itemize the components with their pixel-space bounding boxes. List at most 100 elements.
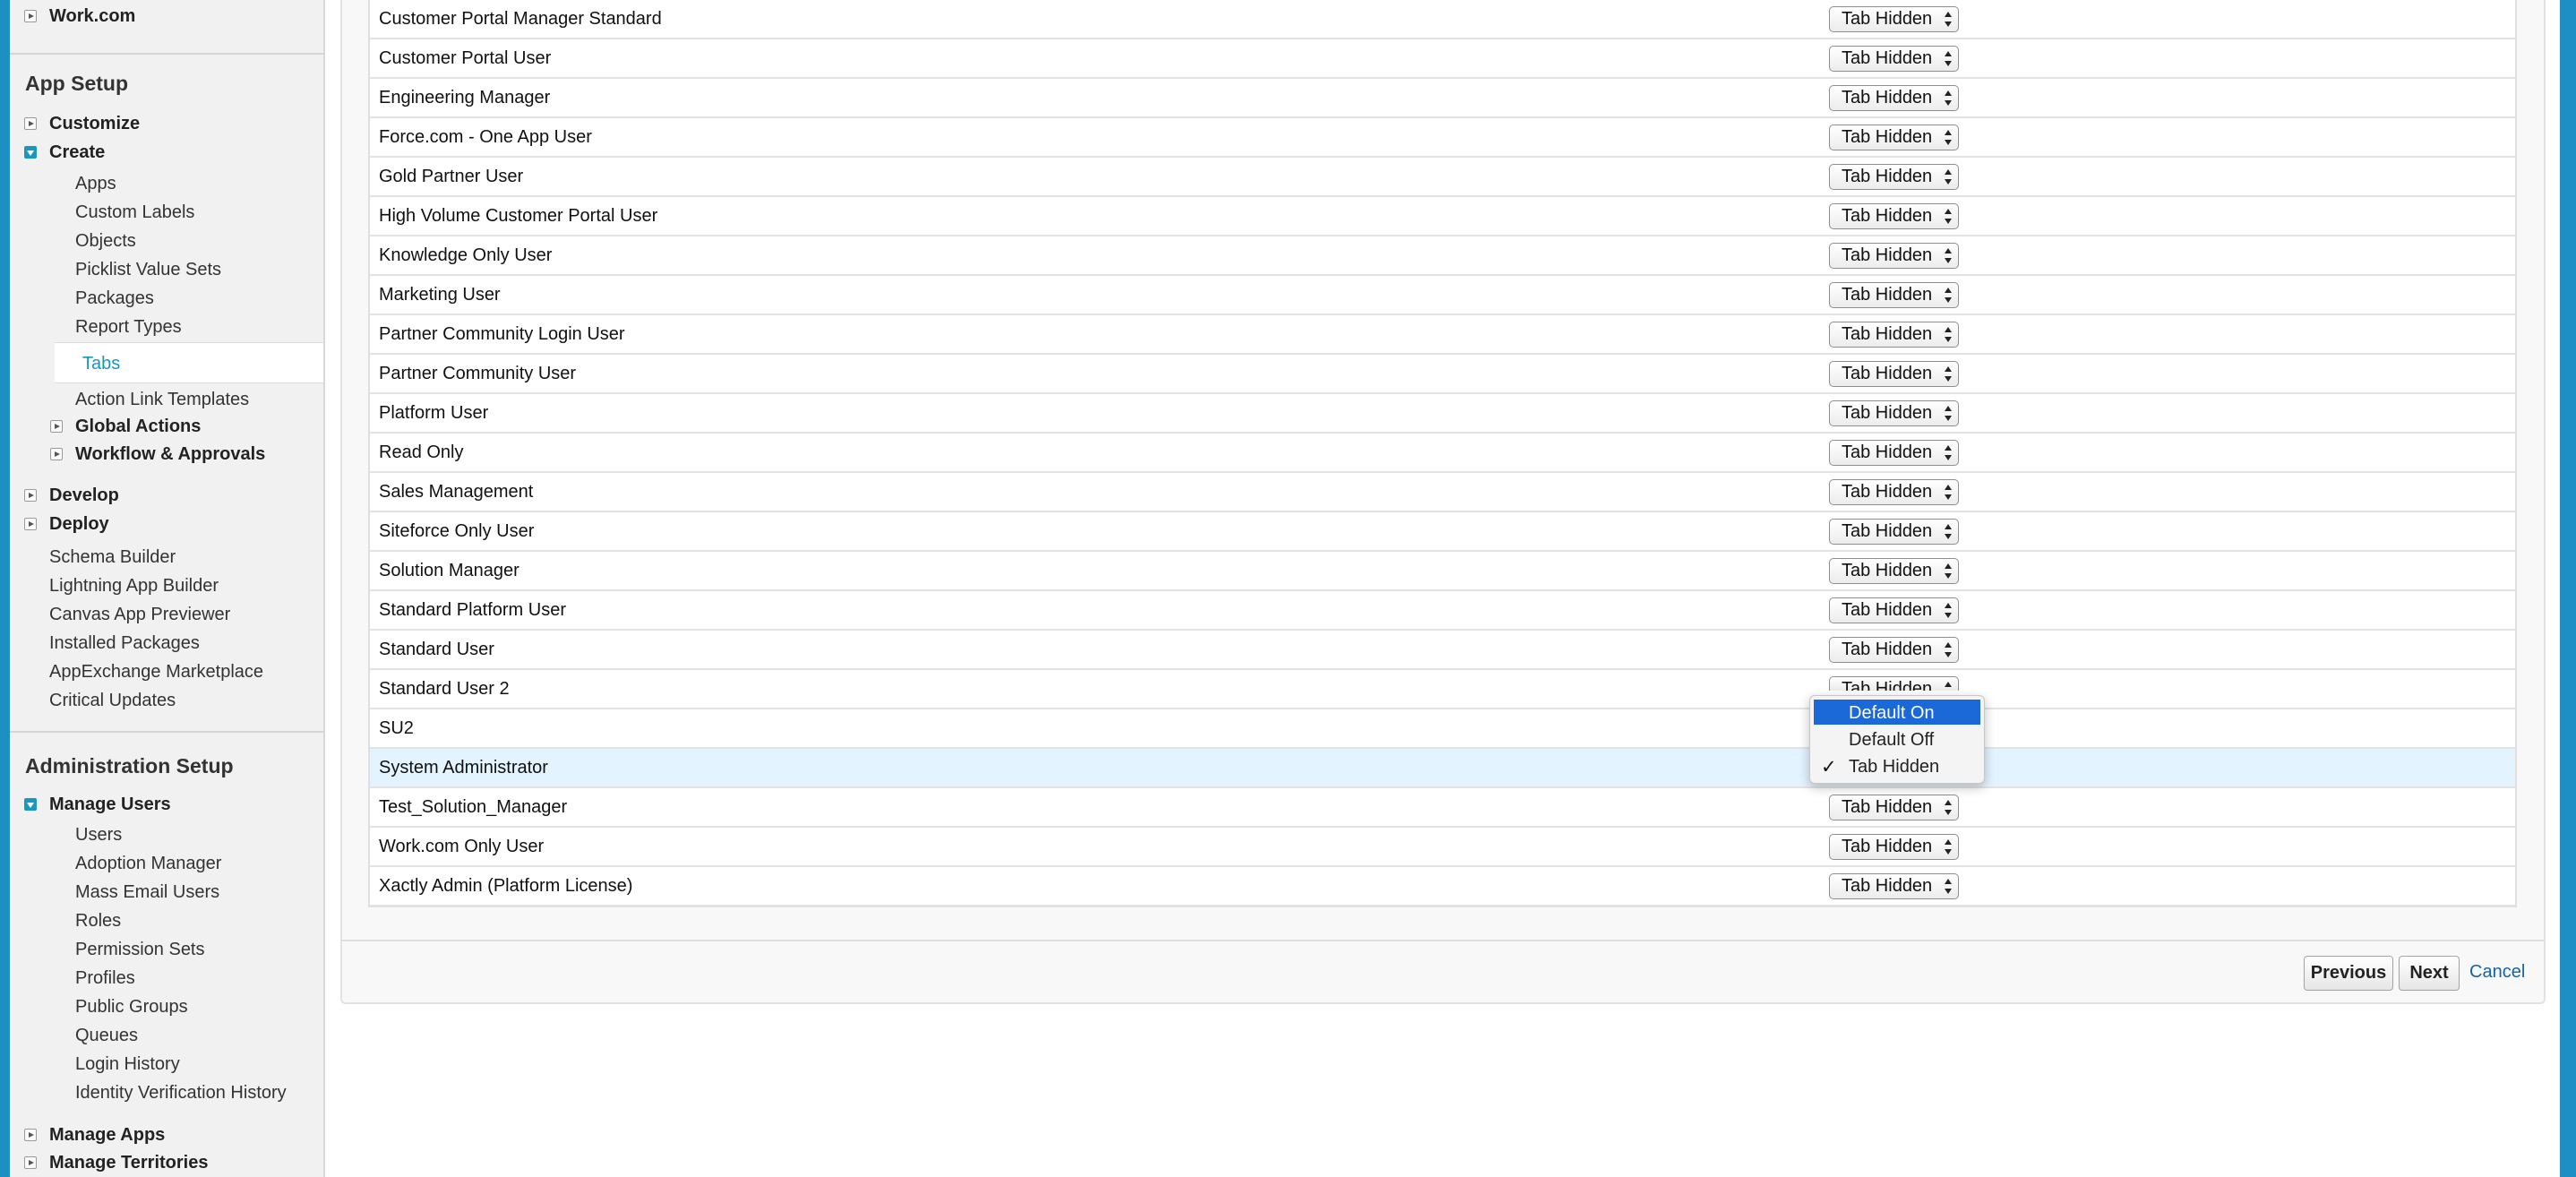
up-down-arrows-icon [1945, 406, 1953, 421]
sidebar-item-manage-apps[interactable]: Manage Apps [49, 1125, 165, 1146]
sidebar-item-canvas-app-previewer[interactable]: Canvas App Previewer [49, 605, 230, 625]
table-row: High Volume Customer Portal User Tab Hid… [370, 197, 2515, 236]
tab-setting-select[interactable]: Tab Hidden [1829, 558, 1959, 584]
tab-setting-select[interactable]: Tab Hidden [1829, 795, 1959, 820]
tab-setting-select[interactable]: Tab Hidden [1829, 519, 1959, 545]
collapse-icon[interactable] [24, 146, 37, 159]
sidebar-item-deploy[interactable]: Deploy [49, 514, 109, 535]
tab-setting-select[interactable]: Tab Hidden [1829, 400, 1959, 426]
sidebar-item-appexchange-marketplace[interactable]: AppExchange Marketplace [49, 662, 263, 683]
up-down-arrows-icon [1945, 209, 1953, 224]
tab-setting-select[interactable]: Tab Hidden [1829, 125, 1959, 150]
select-value: Tab Hidden [1842, 206, 1933, 226]
sidebar-item-profiles[interactable]: Profiles [75, 968, 135, 989]
table-row: Force.com - One App User Tab Hidden [370, 118, 2515, 158]
tab-setting-select[interactable]: Tab Hidden [1829, 85, 1959, 111]
collapse-icon[interactable] [24, 798, 37, 811]
sidebar-item-objects[interactable]: Objects [75, 231, 136, 252]
up-down-arrows-icon [1945, 248, 1953, 263]
tab-setting-select[interactable]: Tab Hidden [1829, 322, 1959, 348]
profile-name: Read Only [379, 442, 464, 462]
select-value: Tab Hidden [1842, 679, 1933, 691]
option-default-on[interactable]: Default On [1814, 700, 1980, 725]
sidebar-item-mass-email-users[interactable]: Mass Email Users [75, 882, 219, 903]
tab-setting-select[interactable]: Tab Hidden [1829, 873, 1959, 899]
sidebar-item-identity-verification-history[interactable]: Identity Verification History [75, 1083, 287, 1104]
expand-icon[interactable] [24, 518, 37, 530]
profile-name: High Volume Customer Portal User [379, 206, 658, 226]
sidebar-item-develop[interactable]: Develop [49, 485, 119, 506]
sidebar-item-queues[interactable]: Queues [75, 1026, 138, 1046]
tab-setting-select[interactable]: Tab Hidden [1829, 164, 1959, 190]
sidebar-item-login-history[interactable]: Login History [75, 1054, 180, 1075]
sidebar-item-apps[interactable]: Apps [75, 174, 116, 194]
up-down-arrows-icon [1945, 169, 1953, 185]
sidebar-item-permission-sets[interactable]: Permission Sets [75, 940, 205, 960]
sidebar-item-installed-packages[interactable]: Installed Packages [49, 633, 200, 654]
next-button[interactable]: Next [2399, 956, 2460, 991]
expand-icon[interactable] [24, 1129, 37, 1141]
up-down-arrows-icon [1945, 12, 1953, 27]
tab-setting-select[interactable]: Tab Hidden [1829, 203, 1959, 229]
sidebar-item-critical-updates[interactable]: Critical Updates [49, 691, 176, 711]
sidebar-item-action-link-templates[interactable]: Action Link Templates [75, 390, 249, 410]
option-tab-hidden[interactable]: ✓ Tab Hidden [1814, 753, 1980, 778]
expand-icon[interactable] [24, 1156, 37, 1169]
tab-setting-select[interactable]: Tab Hidden [1829, 46, 1959, 72]
table-row-selected: System Administrator [370, 749, 2515, 788]
table-row: Read Only Tab Hidden [370, 434, 2515, 473]
window-frame-right [2560, 0, 2576, 1177]
tab-setting-select[interactable]: Tab Hidden [1829, 282, 1959, 308]
sidebar-item-packages[interactable]: Packages [75, 288, 154, 309]
sidebar-item-schema-builder[interactable]: Schema Builder [49, 547, 176, 568]
select-value: Tab Hidden [1842, 561, 1933, 580]
expand-icon[interactable] [24, 117, 37, 130]
select-value: Tab Hidden [1842, 442, 1933, 462]
option-default-off[interactable]: Default Off [1814, 726, 1980, 752]
sidebar-item-create[interactable]: Create [49, 142, 105, 163]
profile-name: Work.com Only User [379, 837, 545, 856]
tab-setting-select[interactable]: Tab Hidden [1829, 361, 1959, 387]
option-label: Tab Hidden [1849, 757, 1940, 777]
up-down-arrows-icon [1945, 800, 1953, 815]
sidebar-item-adoption-manager[interactable]: Adoption Manager [75, 854, 221, 874]
table-row: Customer Portal Manager Standard Tab Hid… [370, 0, 2515, 39]
tab-setting-select[interactable]: Tab Hidden [1829, 243, 1959, 269]
profile-name: Siteforce Only User [379, 521, 535, 541]
select-value: Tab Hidden [1842, 285, 1933, 305]
tab-setting-select[interactable]: Tab Hidden [1829, 6, 1959, 32]
sidebar-item-manage-users[interactable]: Manage Users [49, 795, 171, 815]
sidebar-item-tabs[interactable]: Tabs [55, 342, 323, 383]
tab-setting-select[interactable]: Tab Hidden [1829, 597, 1959, 623]
cancel-link[interactable]: Cancel [2469, 962, 2525, 983]
select-value: Tab Hidden [1842, 9, 1933, 29]
expand-icon[interactable] [24, 489, 37, 502]
previous-button[interactable]: Previous [2304, 956, 2393, 991]
select-value: Tab Hidden [1842, 876, 1933, 896]
sidebar-item-global-actions[interactable]: Global Actions [75, 417, 201, 437]
profile-name: Knowledge Only User [379, 245, 553, 265]
sidebar-item-workflow-approvals[interactable]: Workflow & Approvals [75, 444, 265, 465]
tab-setting-select[interactable]: Tab Hidden [1829, 479, 1959, 505]
tab-setting-select[interactable]: Tab Hidden [1829, 637, 1959, 663]
sidebar-item-custom-labels[interactable]: Custom Labels [75, 202, 194, 223]
sidebar-item-users[interactable]: Users [75, 825, 122, 846]
table-row: Partner Community Login User Tab Hidden [370, 315, 2515, 355]
profile-name: Xactly Admin (Platform License) [379, 876, 633, 896]
table-row: Standard User Tab Hidden [370, 631, 2515, 670]
expand-icon[interactable] [50, 448, 63, 460]
sidebar-item-report-types[interactable]: Report Types [75, 317, 182, 338]
tab-setting-select[interactable]: Tab Hidden [1829, 440, 1959, 466]
expand-icon[interactable] [50, 420, 63, 433]
table-row: Customer Portal User Tab Hidden [370, 39, 2515, 79]
sidebar-item-manage-territories[interactable]: Manage Territories [49, 1153, 208, 1173]
sidebar-item-lightning-app-builder[interactable]: Lightning App Builder [49, 576, 219, 597]
sidebar-item-picklist-value-sets[interactable]: Picklist Value Sets [75, 260, 221, 280]
sidebar-item-customize[interactable]: Customize [49, 114, 140, 134]
sidebar-item-public-groups[interactable]: Public Groups [75, 997, 188, 1018]
tab-setting-select[interactable]: Tab Hidden [1829, 834, 1959, 860]
sidebar-item-work-com[interactable]: Work.com [49, 6, 135, 27]
sidebar-item-roles[interactable]: Roles [75, 911, 121, 932]
expand-icon[interactable] [24, 10, 37, 22]
tab-setting-select[interactable]: Tab Hidden [1829, 676, 1959, 691]
